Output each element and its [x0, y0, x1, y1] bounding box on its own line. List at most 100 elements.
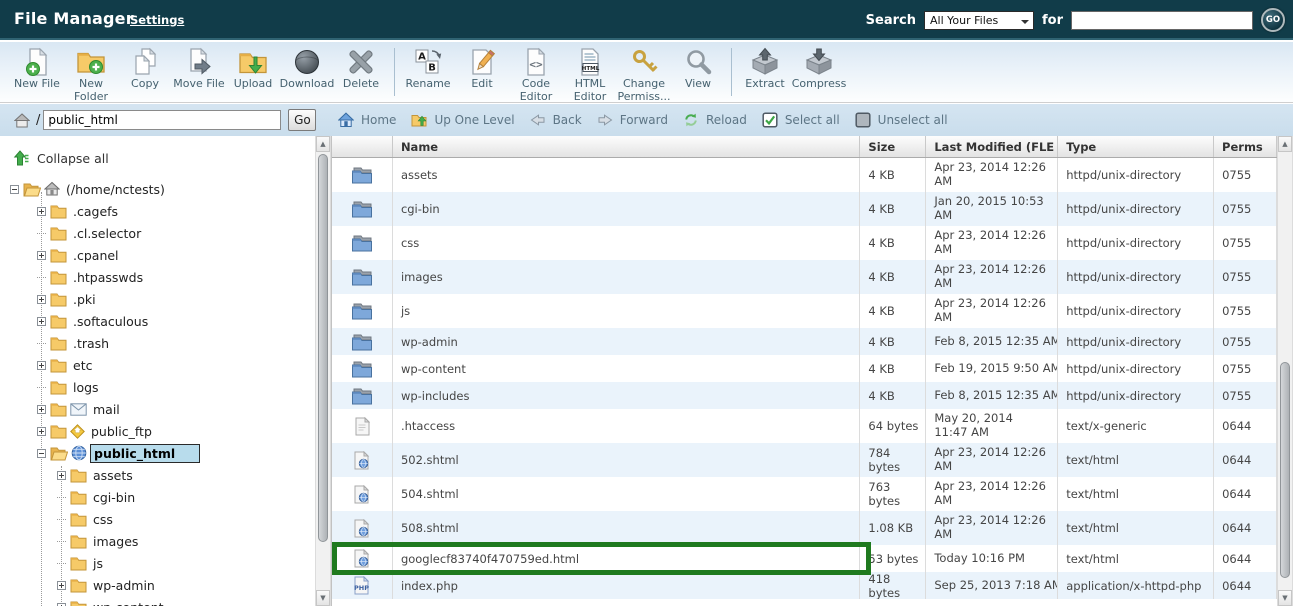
tree-item-.trash[interactable]: .trash — [0, 332, 315, 354]
table-row-index.php[interactable]: PHPindex.php418 bytesSep 25, 2013 7:18 A… — [332, 572, 1277, 599]
folder-icon — [70, 600, 87, 606]
toolbar-upload-button[interactable]: Upload — [226, 46, 280, 91]
tree-item-public_ftp[interactable]: public_ftp — [0, 420, 315, 442]
nav-home-button[interactable]: Home — [338, 112, 396, 128]
table-row-.htaccess[interactable]: .htaccess64 bytesMay 20, 2014 11:47 AMte… — [332, 409, 1277, 443]
expand-icon[interactable] — [37, 317, 46, 326]
collapse-all[interactable]: Collapse all — [13, 150, 109, 166]
search-scope-select[interactable]: All Your Files — [924, 11, 1034, 30]
column-header-icon[interactable] — [332, 136, 393, 157]
toolbar-edit-button[interactable]: Edit — [455, 46, 509, 91]
toolbar-delete-label: Delete — [343, 78, 379, 91]
toolbar-change-permissions-label: Change Permiss... — [617, 78, 671, 103]
expand-icon[interactable] — [57, 603, 66, 606]
column-header-name[interactable]: Name — [393, 136, 860, 157]
scrollbar-thumb[interactable] — [1280, 362, 1290, 578]
nav-reload-button[interactable]: Reload — [683, 112, 747, 128]
nav-home-label: Home — [361, 113, 396, 127]
tree-item-.softaculous[interactable]: .softaculous — [0, 310, 315, 332]
expand-icon[interactable] — [37, 207, 46, 216]
tree-item-assets[interactable]: assets — [0, 464, 315, 486]
list-scrollbar[interactable]: ▲ ▼ — [1277, 136, 1293, 606]
tree-item-.pki[interactable]: .pki — [0, 288, 315, 310]
nav-up-one-level-button[interactable]: Up One Level — [411, 112, 514, 128]
nav-back-button[interactable]: Back — [530, 112, 582, 128]
toolbar-new-file-button[interactable]: New File — [10, 46, 64, 91]
search-go-button[interactable]: GO — [1261, 8, 1285, 32]
toolbar-change-permissions-button[interactable]: Change Permiss... — [617, 46, 671, 103]
tree-item-mail[interactable]: mail — [0, 398, 315, 420]
expand-icon[interactable] — [37, 295, 46, 304]
table-row-wp-content[interactable]: wp-content4 KBFeb 19, 2015 9:50 AMhttpd/… — [332, 355, 1277, 382]
collapse-icon[interactable] — [10, 185, 19, 194]
column-header-last[interactable]: Last Modified (FLE Stand — [926, 136, 1058, 157]
table-row-js[interactable]: js4 KBApr 23, 2014 12:26 AMhttpd/unix-di… — [332, 294, 1277, 328]
table-row-googlecf83740f470759ed.html[interactable]: googlecf83740f470759ed.html53 bytesToday… — [332, 545, 1277, 572]
svg-text:A: A — [418, 51, 426, 62]
tree-item-cgi-bin[interactable]: cgi-bin — [0, 486, 315, 508]
expand-icon[interactable] — [37, 427, 46, 436]
tree-item-logs[interactable]: logs — [0, 376, 315, 398]
toolbar-extract-button[interactable]: Extract — [738, 46, 792, 91]
tree-item-wp-content[interactable]: wp-content — [0, 596, 315, 606]
expand-icon[interactable] — [37, 405, 46, 414]
tree-item-css[interactable]: css — [0, 508, 315, 530]
toolbar-download-button[interactable]: Download — [280, 46, 334, 91]
toolbar-move-file-button[interactable]: Move File — [172, 46, 226, 91]
toolbar-rename-button[interactable]: ABRename — [401, 46, 455, 91]
toolbar-compress-button[interactable]: Compress — [792, 46, 846, 91]
nav-forward-button[interactable]: Forward — [597, 112, 668, 128]
tree-item-public_html[interactable]: public_html — [0, 442, 315, 464]
tree-item-homenctests[interactable]: (/home/nctests) — [0, 178, 315, 200]
toolbar-code-editor-button[interactable]: <>Code Editor — [509, 46, 563, 103]
tree-item-.cagefs[interactable]: .cagefs — [0, 200, 315, 222]
column-header-size[interactable]: Size — [860, 136, 926, 157]
search-input[interactable] — [1071, 11, 1253, 30]
column-header-type[interactable]: Type — [1058, 136, 1214, 157]
tree-item-wp-admin[interactable]: wp-admin — [0, 574, 315, 596]
scroll-up-button[interactable]: ▲ — [1278, 136, 1292, 152]
tree-item-.htpasswds[interactable]: .htpasswds — [0, 266, 315, 288]
settings-link[interactable]: Settings — [130, 13, 184, 27]
path-go-button[interactable]: Go — [288, 109, 316, 131]
tree-item-etc[interactable]: etc — [0, 354, 315, 376]
scroll-down-button[interactable]: ▼ — [1278, 590, 1292, 606]
table-row-cgi-bin[interactable]: cgi-bin4 KBJan 20, 2015 10:53 AMhttpd/un… — [332, 192, 1277, 226]
expand-icon[interactable] — [37, 361, 46, 370]
table-row-wp-includes[interactable]: wp-includes4 KBFeb 8, 2015 12:35 AMhttpd… — [332, 382, 1277, 409]
tree-scrollbar[interactable]: ▲ ▼ — [315, 136, 331, 606]
table-row-assets[interactable]: assets4 KBApr 23, 2014 12:26 AMhttpd/uni… — [332, 158, 1277, 192]
toolbar-copy-button[interactable]: Copy — [118, 46, 172, 91]
path-input[interactable] — [43, 110, 281, 130]
toolbar-new-folder-button[interactable]: New Folder — [64, 46, 118, 103]
table-row-wp-admin[interactable]: wp-admin4 KBFeb 8, 2015 12:35 AMhttpd/un… — [332, 328, 1277, 355]
file-type: httpd/unix-directory — [1058, 355, 1214, 382]
table-row-images[interactable]: images4 KBApr 23, 2014 12:26 AMhttpd/uni… — [332, 260, 1277, 294]
toolbar-html-editor-button[interactable]: HTMLHTML Editor — [563, 46, 617, 103]
file-perms: 0755 — [1214, 382, 1277, 409]
table-row-508.shtml[interactable]: 508.shtml1.08 KBApr 23, 2014 12:26 AMtex… — [332, 511, 1277, 545]
nav-select-all-button[interactable]: Select all — [762, 112, 840, 128]
toolbar-delete-button[interactable]: Delete — [334, 46, 388, 91]
scroll-down-button[interactable]: ▼ — [316, 590, 330, 606]
tree-item-.cpanel[interactable]: .cpanel — [0, 244, 315, 266]
table-row-502.shtml[interactable]: 502.shtml784 bytesApr 23, 2014 12:26 AMt… — [332, 443, 1277, 477]
toolbar-view-button[interactable]: View — [671, 46, 725, 91]
tree-item-js[interactable]: js — [0, 552, 315, 574]
nav-unselect-all-button[interactable]: Unselect all — [855, 112, 948, 128]
scroll-up-button[interactable]: ▲ — [316, 136, 330, 152]
table-row-css[interactable]: css4 KBApr 23, 2014 12:26 AMhttpd/unix-d… — [332, 226, 1277, 260]
table-row-504.shtml[interactable]: 504.shtml763 bytesApr 23, 2014 12:26 AMt… — [332, 477, 1277, 511]
scrollbar-thumb[interactable] — [318, 154, 328, 542]
expand-icon[interactable] — [57, 581, 66, 590]
file-type: text/html — [1058, 511, 1214, 545]
expand-icon[interactable] — [37, 251, 46, 260]
collapse-icon[interactable] — [37, 449, 46, 458]
file-size: 763 bytes — [860, 477, 926, 511]
column-header-perms[interactable]: Perms — [1214, 136, 1277, 157]
tree-item-.cl.selector[interactable]: .cl.selector — [0, 222, 315, 244]
file-name: cgi-bin — [393, 192, 860, 226]
expand-icon[interactable] — [57, 471, 66, 480]
toolbar-view-label: View — [685, 78, 711, 91]
tree-item-images[interactable]: images — [0, 530, 315, 552]
